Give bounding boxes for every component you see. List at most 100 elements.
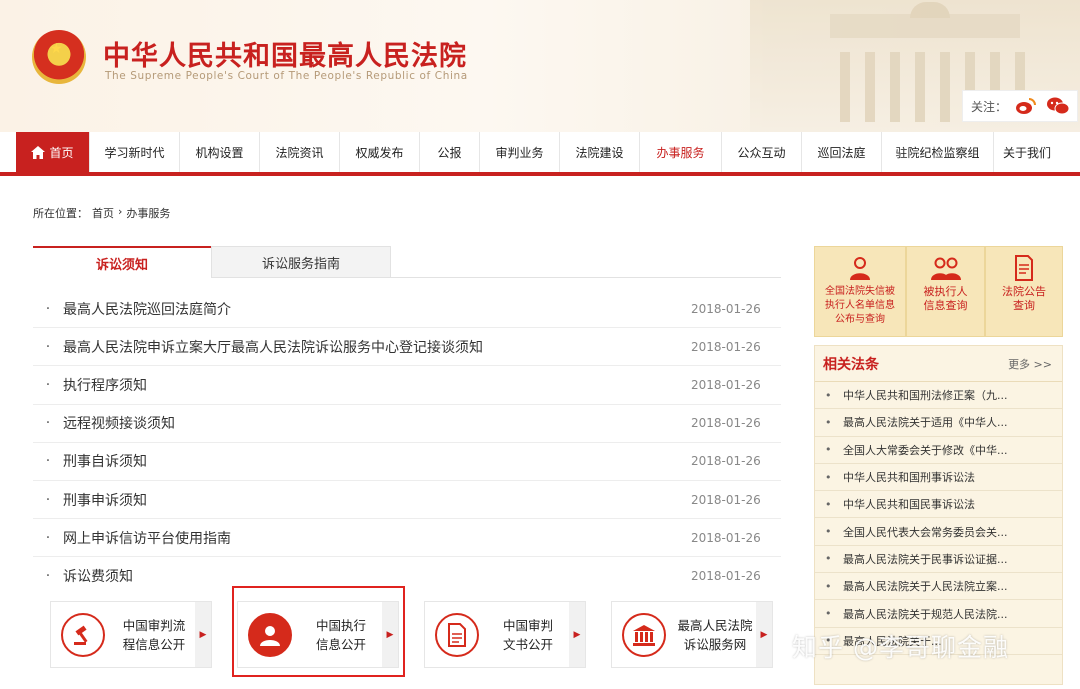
quick-link-text: 全国法院失信被执行人名单信息公布与查询 <box>825 286 895 325</box>
nav-court-building[interactable]: 法院建设 <box>560 132 640 172</box>
breadcrumb: 所在位置： 首页 › 办事服务 <box>33 205 170 221</box>
breadcrumb-home[interactable]: 首页 <box>92 205 114 221</box>
list-item[interactable]: • 最高人民法院关于民事诉讼证据... <box>815 546 1062 574</box>
service-card-litigation-service[interactable]: 最高人民法院 诉讼服务网 ▶ <box>611 601 773 668</box>
service-card-trial-process[interactable]: 中国审判流 程信息公开 ▶ <box>50 601 212 668</box>
nav-news[interactable]: 法院资讯 <box>260 132 340 172</box>
court-building-icon <box>622 612 666 657</box>
service-card-judgments[interactable]: 中国审判文书公开 ▶ <box>424 601 586 668</box>
notice-list: · 最高人民法院巡回法庭简介 2018-01-26 · 最高人民法院申诉立案大厅最高人… <box>33 290 781 596</box>
list-item[interactable]: • 中华人民共和国民事诉讼法 <box>815 491 1062 519</box>
notice-date: 2018-01-26 <box>691 377 761 392</box>
notice-date: 2018-01-26 <box>691 339 761 354</box>
list-item[interactable]: • 全国人大常委会关于修改《中华... <box>815 437 1062 464</box>
list-item[interactable]: · 执行程序须知 2018-01-26 <box>33 366 781 405</box>
list-item[interactable]: • 全国人民代表大会常务委员会关... <box>815 518 1062 546</box>
service-line2: 诉讼服务网 <box>683 636 747 652</box>
quick-link-executed-person[interactable]: 被执行人信息查询 <box>906 246 985 337</box>
weibo-icon[interactable] <box>1013 93 1039 119</box>
list-item[interactable]: • 最高人民法院关于人民法院立案... <box>815 573 1062 601</box>
nav-discipline[interactable]: 驻院纪检监察组 <box>882 132 994 172</box>
list-item[interactable]: · 刑事自诉须知 2018-01-26 <box>33 443 781 481</box>
list-item[interactable]: · 网上申诉信访平台使用指南 2018-01-26 <box>33 519 781 558</box>
law-title[interactable]: 中华人民共和国民事诉讼法 <box>843 496 975 512</box>
list-item[interactable]: · 刑事申诉须知 2018-01-26 <box>33 481 781 520</box>
site-header: ★ 中华人民共和国最高人民法院 The Supreme People's Cou… <box>0 0 1080 132</box>
list-item[interactable]: • 最高人民法院关于规范人民法院... <box>815 600 1062 628</box>
quick-link-text: 法院公告查询 <box>1002 285 1046 312</box>
law-title[interactable]: 最高人民法院关于民事诉讼证据... <box>843 551 1008 567</box>
main-nav: 首页 学习新时代 机构设置 法院资讯 权威发布 公报 审判业务 法院建设 办事服… <box>16 132 1080 172</box>
notice-title[interactable]: 最高人民法院申诉立案大厅最高人民法院诉讼服务中心登记接谈须知 <box>63 337 691 357</box>
watermark: 知乎 @李哥聊金融 <box>792 633 1009 662</box>
related-laws-title: 相关法条 <box>823 356 879 373</box>
more-link[interactable]: 更多 >> <box>1008 356 1052 372</box>
quick-links: 全国法院失信被执行人名单信息公布与查询 被执行人信息查询 法院公告查询 <box>814 246 1063 337</box>
law-title[interactable]: 最高人民法院关于适用《中华人... <box>843 414 1008 430</box>
nav-study[interactable]: 学习新时代 <box>90 132 180 172</box>
notice-title[interactable]: 远程视频接谈须知 <box>63 413 691 433</box>
notice-title[interactable]: 网上申诉信访平台使用指南 <box>63 528 691 548</box>
nav-trial[interactable]: 审判业务 <box>480 132 560 172</box>
follow-bar: 关注： <box>961 90 1078 122</box>
follow-label: 关注： <box>970 99 1007 114</box>
law-title[interactable]: 中华人民共和国刑法修正案（九... <box>843 387 1008 403</box>
breadcrumb-label: 所在位置： <box>33 207 88 220</box>
site-subtitle: The Supreme People's Court of The People… <box>105 70 468 82</box>
notice-title[interactable]: 诉讼费须知 <box>63 566 691 586</box>
nav-home[interactable]: 首页 <box>16 132 90 172</box>
notice-date: 2018-01-26 <box>691 530 761 545</box>
related-laws-header: 相关法条 更多 >> <box>815 346 1062 382</box>
notice-date: 2018-01-26 <box>691 454 761 469</box>
nav-circuit-court[interactable]: 巡回法庭 <box>802 132 882 172</box>
law-title[interactable]: 全国人民代表大会常务委员会关... <box>843 524 1008 540</box>
person-icon <box>848 255 872 285</box>
notice-date: 2018-01-26 <box>691 569 761 584</box>
law-title[interactable]: 中华人民共和国刑事诉讼法 <box>843 469 975 485</box>
document-icon <box>435 612 479 657</box>
breadcrumb-separator: › <box>118 205 123 218</box>
notice-icon <box>1014 255 1034 285</box>
notice-title[interactable]: 执行程序须知 <box>63 375 691 395</box>
notice-title[interactable]: 最高人民法院巡回法庭简介 <box>63 299 691 319</box>
nav-releases[interactable]: 权威发布 <box>340 132 420 172</box>
people-icon <box>929 255 963 285</box>
notice-title[interactable]: 刑事申诉须知 <box>63 490 691 510</box>
list-item[interactable]: · 最高人民法院巡回法庭简介 2018-01-26 <box>33 290 781 329</box>
law-title[interactable]: 最高人民法院关于人民法院立案... <box>843 578 1008 594</box>
nav-about[interactable]: 关于我们 <box>994 132 1060 172</box>
gavel-icon <box>61 612 105 657</box>
tab-litigation-notice[interactable]: 诉讼须知 <box>33 246 211 279</box>
service-line1: 中国审判 <box>502 617 553 633</box>
nav-organization[interactable]: 机构设置 <box>180 132 260 172</box>
chevron-right-icon[interactable]: ▶ <box>756 602 772 667</box>
law-title[interactable]: 全国人大常委会关于修改《中华... <box>843 442 1008 458</box>
home-icon <box>31 145 46 159</box>
tab-service-guide[interactable]: 诉讼服务指南 <box>211 246 391 278</box>
service-line1: 中国审判流 <box>122 617 186 633</box>
site-title: 中华人民共和国最高人民法院 <box>103 41 467 72</box>
notice-date: 2018-01-26 <box>691 416 761 431</box>
nav-interaction[interactable]: 公众互动 <box>722 132 802 172</box>
nav-divider <box>0 172 1080 176</box>
chevron-right-icon[interactable]: ▶ <box>569 602 585 667</box>
national-emblem-icon: ★ <box>32 30 86 84</box>
notice-date: 2018-01-26 <box>691 492 761 507</box>
list-item[interactable]: · 诉讼费须知 2018-01-26 <box>33 557 781 595</box>
notice-tabs: 诉讼须知 诉讼服务指南 <box>33 246 781 279</box>
nav-gazette[interactable]: 公报 <box>420 132 480 172</box>
list-item[interactable]: • 中华人民共和国刑事诉讼法 <box>815 464 1062 492</box>
law-title[interactable]: 最高人民法院关于规范人民法院... <box>843 606 1008 622</box>
notice-title[interactable]: 刑事自诉须知 <box>63 451 691 471</box>
quick-link-defaulter-list[interactable]: 全国法院失信被执行人名单信息公布与查询 <box>814 246 906 337</box>
service-line2: 文书公开 <box>502 636 553 652</box>
list-item[interactable]: • 中华人民共和国刑法修正案（九... <box>815 382 1062 410</box>
nav-services[interactable]: 办事服务 <box>640 132 722 172</box>
list-item[interactable]: · 远程视频接谈须知 2018-01-26 <box>33 405 781 443</box>
wechat-icon[interactable] <box>1045 93 1071 119</box>
breadcrumb-current[interactable]: 办事服务 <box>126 205 170 221</box>
chevron-right-icon[interactable]: ▶ <box>195 602 211 667</box>
list-item[interactable]: • 最高人民法院关于适用《中华人... <box>815 409 1062 437</box>
list-item[interactable]: · 最高人民法院申诉立案大厅最高人民法院诉讼服务中心登记接谈须知 2018-01-2… <box>33 328 781 367</box>
quick-link-court-notice[interactable]: 法院公告查询 <box>985 246 1063 337</box>
